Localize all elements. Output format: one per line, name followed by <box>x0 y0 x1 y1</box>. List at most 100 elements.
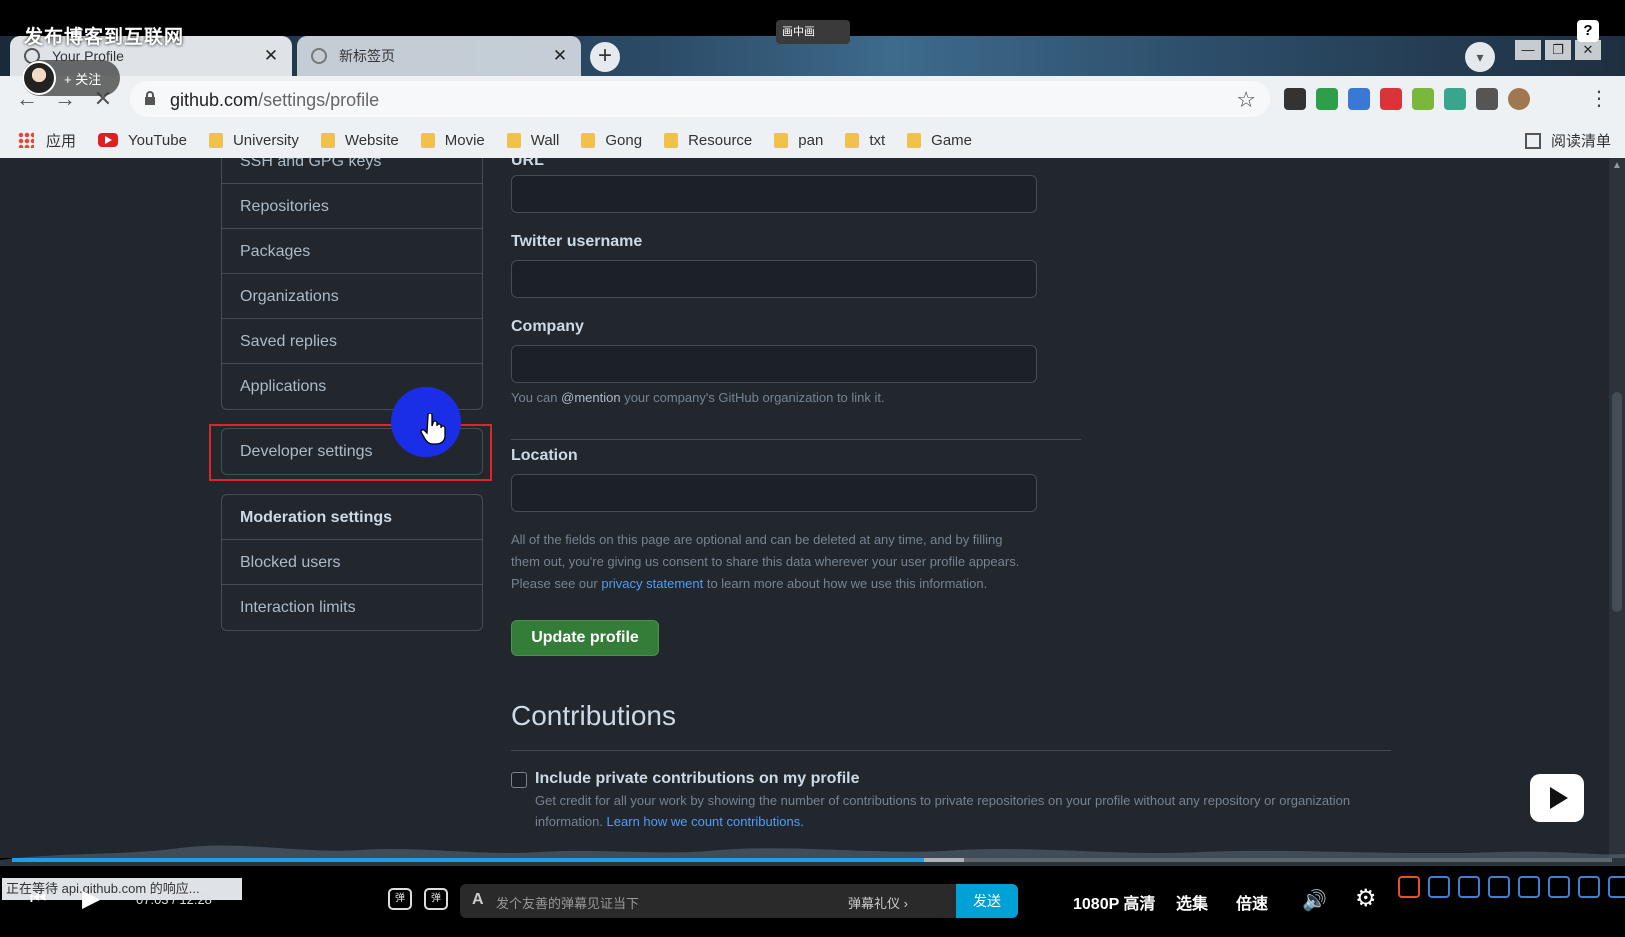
follow-uploader[interactable]: + 关注 <box>22 60 120 96</box>
system-tray <box>1398 876 1625 898</box>
nav-saved-replies[interactable]: Saved replies <box>222 319 482 364</box>
folder-icon <box>581 132 596 148</box>
reading-list-button[interactable]: 阅读清单 <box>1524 130 1611 151</box>
bookmark-pan[interactable]: pan <box>774 132 823 149</box>
location-label: Location <box>511 447 578 464</box>
apps-grid-icon <box>18 132 34 148</box>
danmaku-input[interactable]: A 发个友善的弹幕见证当下 弹幕礼仪 › <box>460 884 1018 918</box>
volume-icon[interactable]: 🔊 <box>1302 888 1327 913</box>
extension-icon[interactable] <box>1348 88 1370 110</box>
speed-button[interactable]: 倍速 <box>1236 890 1268 914</box>
tray-icon[interactable] <box>1578 876 1600 898</box>
danmaku-etiquette-link[interactable]: 弹幕礼仪 › <box>848 893 908 912</box>
nav-ssh-gpg-keys[interactable]: SSH and GPG keys <box>222 158 482 184</box>
youtube-icon <box>98 133 119 147</box>
extension-icon[interactable] <box>1284 88 1306 110</box>
bookmark-label: Gong <box>605 131 643 149</box>
privacy-statement-link[interactable]: privacy statement <box>601 576 703 591</box>
extension-icon[interactable] <box>1476 88 1498 110</box>
tab-new-tab[interactable]: 新标签页 ✕ <box>297 36 581 76</box>
note-text: Please see our <box>511 576 602 591</box>
hand-cursor-icon <box>420 413 446 445</box>
danmaku-settings-icon[interactable]: 弹 <box>424 888 448 910</box>
danmaku-toggle-icon[interactable]: 弹 <box>388 888 412 910</box>
tray-icon[interactable] <box>1428 876 1450 898</box>
private-contributions-label[interactable]: Include private contributions on my prof… <box>535 770 859 788</box>
minimize-button[interactable]: — <box>1515 40 1541 60</box>
keyboard-icon[interactable] <box>1548 876 1570 898</box>
bookmark-txt[interactable]: txt <box>845 132 885 149</box>
note-line: Please see our privacy statement to lear… <box>511 573 1019 595</box>
folder-icon <box>664 132 679 148</box>
settings-nav: SSH and GPG keys Repositories Packages O… <box>221 158 483 410</box>
bookmark-resource[interactable]: Resource <box>664 132 752 149</box>
shield-icon[interactable] <box>1316 88 1338 110</box>
bookmark-wall[interactable]: Wall <box>506 132 559 149</box>
send-danmaku-button[interactable]: 发送 <box>956 884 1018 918</box>
progress-fill <box>12 858 924 862</box>
twitter-label: Twitter username <box>511 233 643 250</box>
picture-in-picture-button[interactable]: 画中画 <box>776 20 850 44</box>
screen: Your Profile ✕ 新标签页 ✕ + ▾ — ❐ ✕ ← → ✕ gi… <box>0 0 1625 937</box>
folder-icon <box>774 132 789 148</box>
close-icon[interactable]: ✕ <box>260 45 282 67</box>
bookmark-movie[interactable]: Movie <box>420 132 485 149</box>
tray-icon[interactable] <box>1488 876 1510 898</box>
previous-icon[interactable]: ⏮ <box>30 888 46 909</box>
twitter-input[interactable] <box>511 260 1037 298</box>
note-text: to learn more about how we use this info… <box>703 576 988 591</box>
nav-blocked-users[interactable]: Blocked users <box>222 540 482 585</box>
chevron-down-icon[interactable]: ▾ <box>1465 42 1495 72</box>
help-button[interactable]: ? <box>1577 20 1599 42</box>
playback-time: 07:03 / 12:28 <box>136 892 212 907</box>
nav-packages[interactable]: Packages <box>222 229 482 274</box>
mic-icon[interactable] <box>1518 876 1540 898</box>
input-method-icon[interactable] <box>1398 876 1420 898</box>
buffer-fill <box>924 858 964 862</box>
text-style-icon[interactable]: A <box>472 891 484 909</box>
update-profile-button[interactable]: Update profile <box>511 620 659 656</box>
bookmark-university[interactable]: University <box>208 132 299 149</box>
tray-icon[interactable] <box>1608 876 1625 898</box>
bookmarks-bar: 应用 YouTube University Website Movie Wall… <box>0 122 1625 158</box>
location-input[interactable] <box>511 474 1037 512</box>
scrollbar-thumb[interactable] <box>1612 392 1622 612</box>
close-window-button[interactable]: ✕ <box>1575 40 1601 60</box>
bookmark-apps[interactable]: 应用 <box>18 130 76 151</box>
bookmark-gong[interactable]: Gong <box>581 132 642 149</box>
tray-icon[interactable] <box>1458 876 1480 898</box>
extension-icon[interactable] <box>1412 88 1434 110</box>
new-tab-button[interactable]: + <box>590 42 620 72</box>
bookmark-game[interactable]: Game <box>907 132 972 149</box>
gear-icon[interactable]: ⚙ <box>1355 884 1377 913</box>
extension-icon[interactable] <box>1444 88 1466 110</box>
restore-button[interactable]: ❐ <box>1545 40 1571 60</box>
close-icon[interactable]: ✕ <box>549 45 571 67</box>
nav-repositories[interactable]: Repositories <box>222 184 482 229</box>
tv-play-icon[interactable] <box>1530 774 1584 822</box>
address-bar[interactable]: github.com/settings/profile ☆ <box>130 81 1270 117</box>
folder-icon <box>845 132 860 148</box>
quality-button[interactable]: 1080P 高清 <box>1073 890 1155 914</box>
play-icon[interactable]: ▶ <box>82 884 100 913</box>
page-scrollbar[interactable]: ▲ <box>1609 158 1625 858</box>
folder-icon <box>420 132 435 148</box>
bookmark-website[interactable]: Website <box>320 132 399 149</box>
more-menu-icon[interactable]: ⋮ <box>1589 86 1609 111</box>
browser-toolbar: ← → ✕ github.com/settings/profile ☆ ⋮ <box>0 76 1625 122</box>
folder-icon <box>320 132 335 148</box>
private-contributions-checkbox[interactable] <box>511 772 527 788</box>
url-input[interactable] <box>511 175 1037 213</box>
company-input[interactable] <box>511 345 1037 383</box>
tab-title: 新标签页 <box>339 48 395 64</box>
star-icon[interactable]: ☆ <box>1236 87 1256 113</box>
scroll-up-icon[interactable]: ▲ <box>1612 160 1622 171</box>
nav-organizations[interactable]: Organizations <box>222 274 482 319</box>
extension-icon[interactable] <box>1380 88 1402 110</box>
nav-interaction-limits[interactable]: Interaction limits <box>222 585 482 630</box>
bookmark-youtube[interactable]: YouTube <box>98 132 187 149</box>
episodes-button[interactable]: 选集 <box>1176 890 1208 914</box>
avatar[interactable] <box>1508 88 1530 110</box>
lock-icon <box>145 91 155 105</box>
url-path: /settings/profile <box>258 90 380 110</box>
